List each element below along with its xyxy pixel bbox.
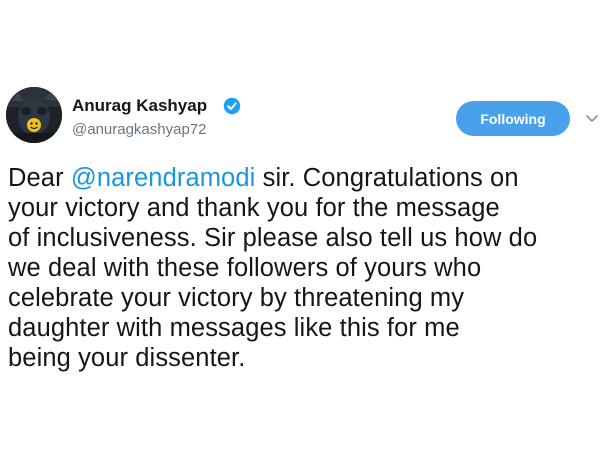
author-handle[interactable]: @anuragkashyap72 <box>72 121 207 138</box>
tweet-card: Anurag Kashyap @anuragkashyap72 Followin… <box>0 0 600 450</box>
tweet-line-5: celebrate your victory by threatening my <box>8 284 465 312</box>
chevron-down-icon[interactable] <box>584 108 600 128</box>
mention-link[interactable]: @narendramodi <box>71 164 256 192</box>
tweet-text-segment: Dear <box>8 164 71 192</box>
tweet-text-segment: sir. Congratulations on <box>255 164 519 192</box>
tweet-line-7: being your dissenter. <box>8 344 246 372</box>
tweet-text: Dear @narendramodi sir. Congratulations … <box>8 163 598 373</box>
tweet-line-2: your victory and thank you for the messa… <box>8 194 500 222</box>
author-name[interactable]: Anurag Kashyap <box>72 96 207 116</box>
tweet-line-4: we deal with these followers of yours wh… <box>8 254 482 282</box>
avatar[interactable] <box>6 87 62 143</box>
verified-badge-icon <box>223 97 241 115</box>
avatar-image <box>6 87 62 143</box>
tweet-line-6: daughter with messages like this for me <box>8 314 460 342</box>
tweet-line-1: Dear @narendramodi sir. Congratulations … <box>8 163 598 193</box>
following-button[interactable]: Following <box>456 101 570 136</box>
tweet-line-3: of inclusiveness. Sir please also tell u… <box>8 224 538 252</box>
